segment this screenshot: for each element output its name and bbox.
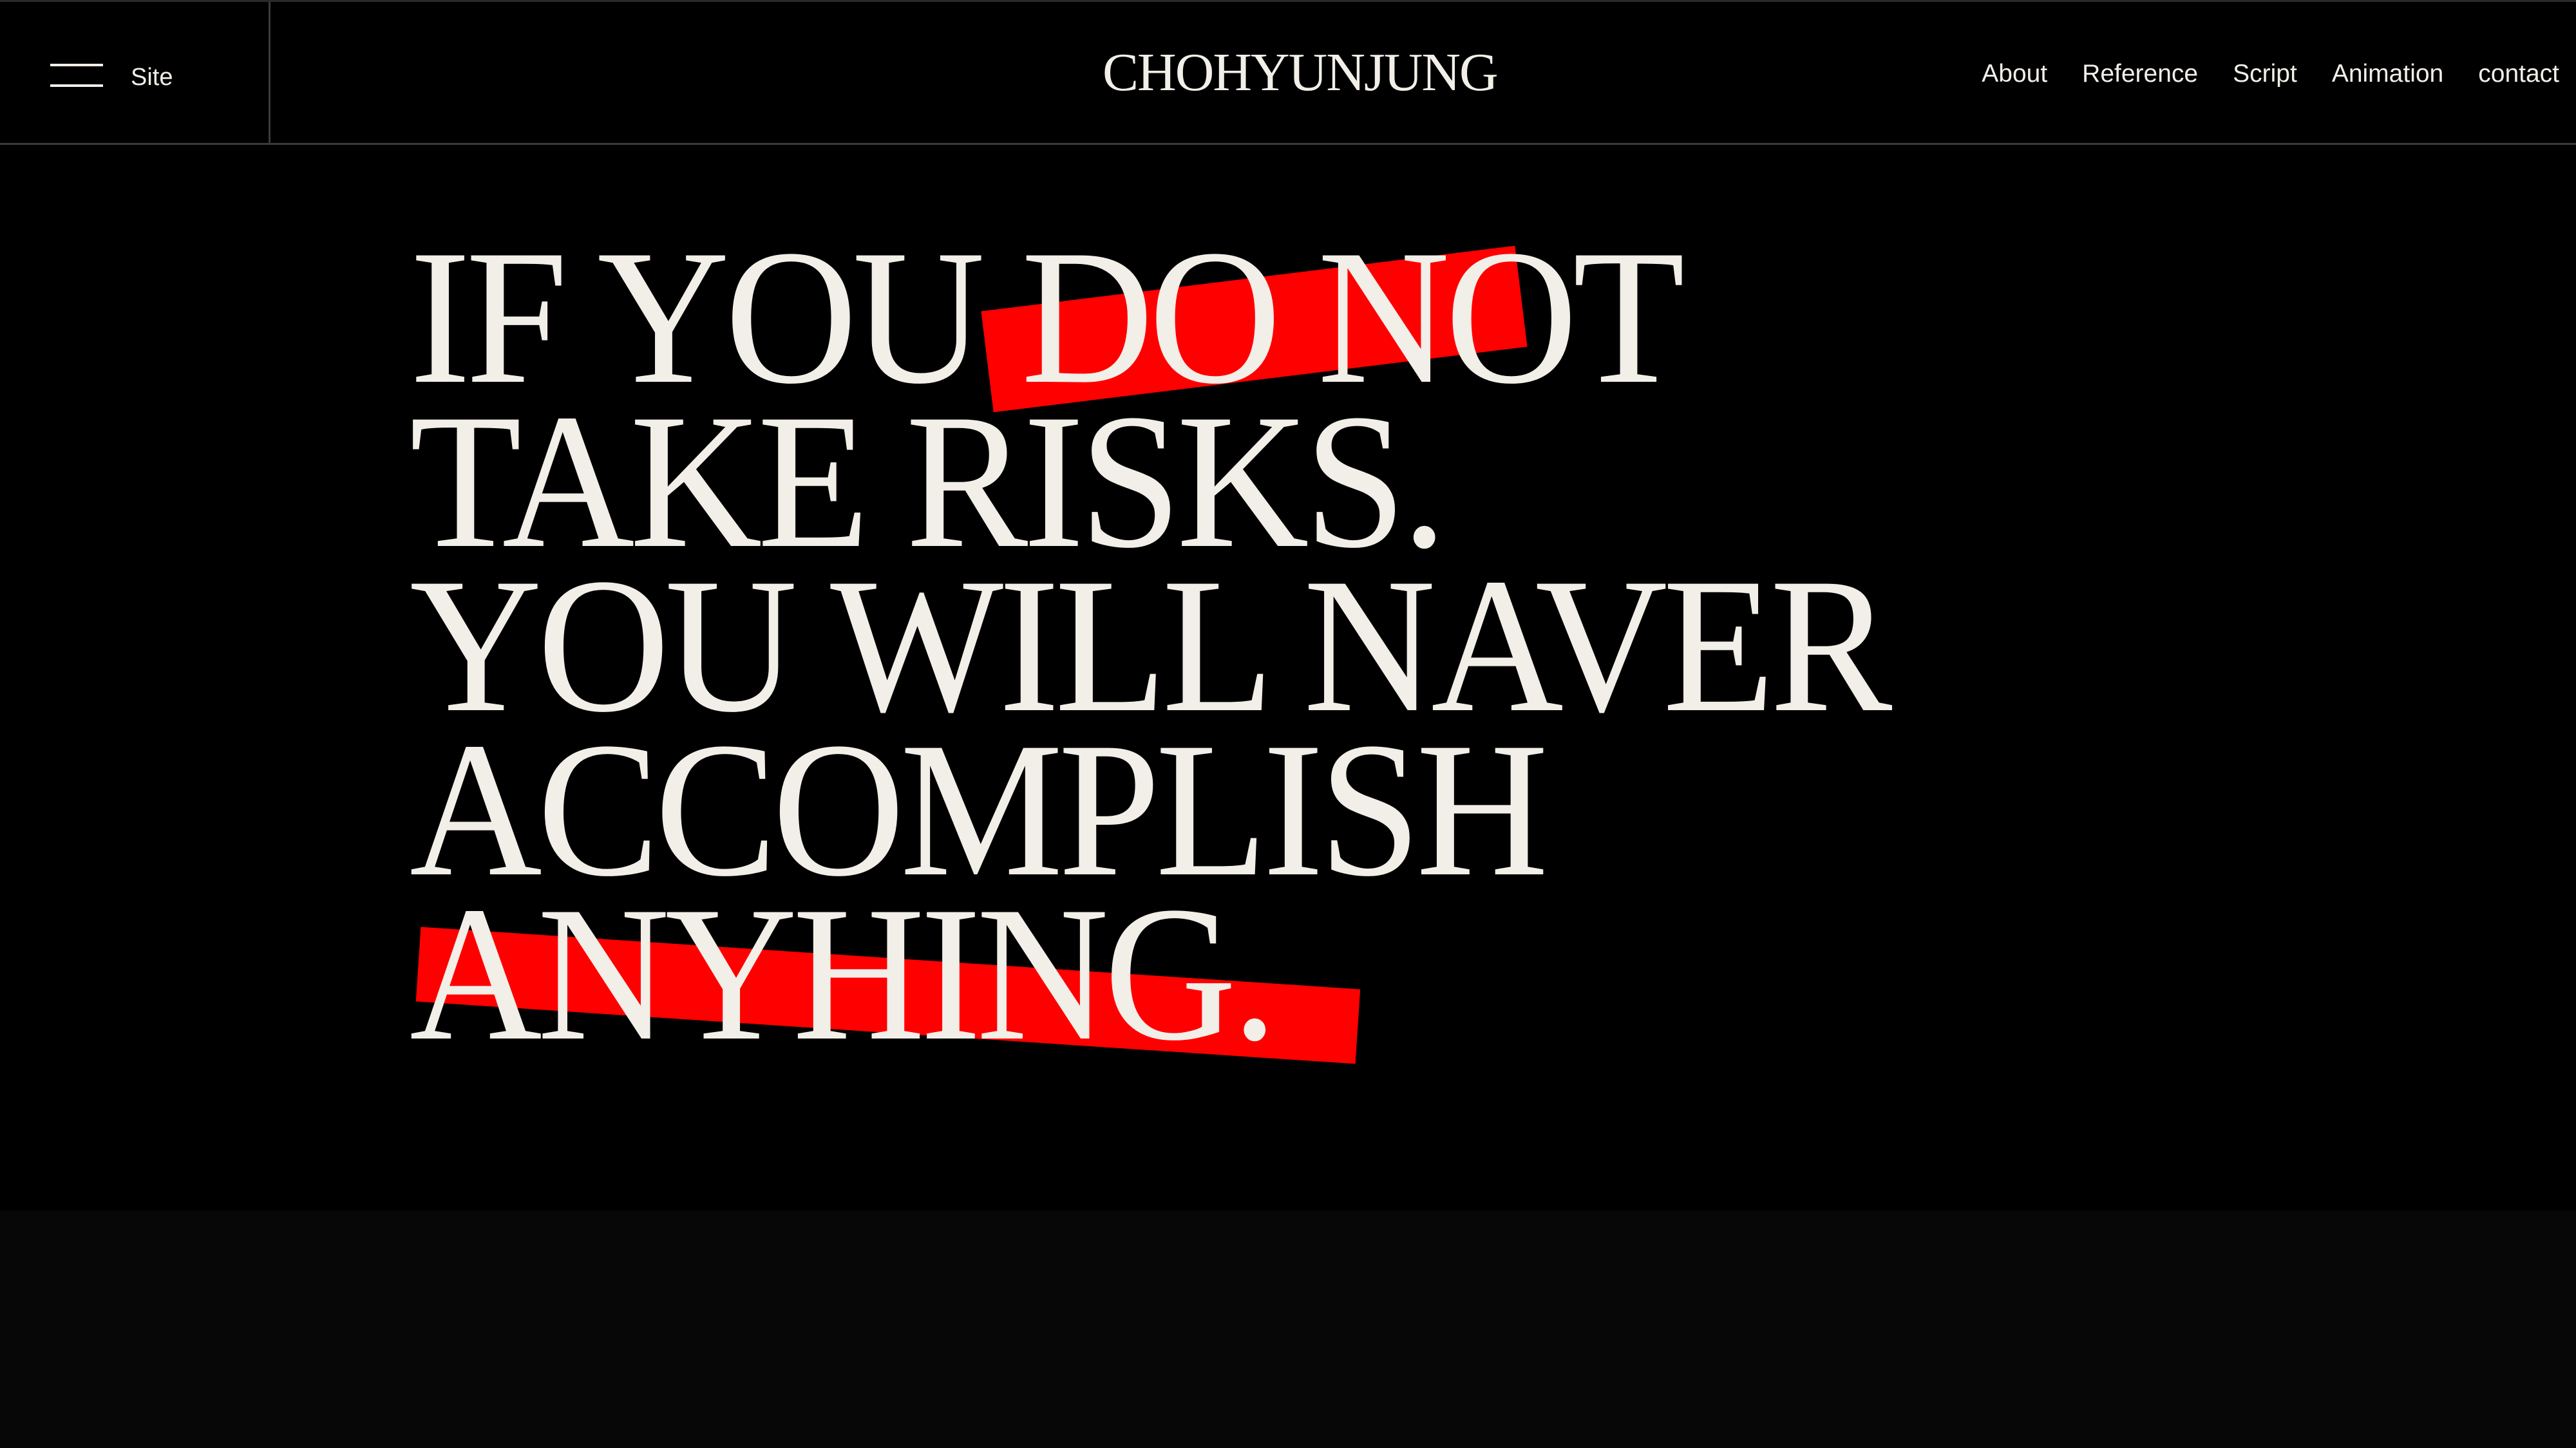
site-header: Site CHOHYUNJUNG About Reference Script …: [0, 0, 2576, 145]
nav-link-animation[interactable]: Animation: [2332, 59, 2443, 89]
nav-link-script[interactable]: Script: [2233, 59, 2297, 89]
hamburger-icon[interactable]: [50, 64, 103, 87]
site-menu-label[interactable]: Site: [131, 63, 173, 91]
site-menu-toggle[interactable]: Site: [0, 2, 270, 145]
nav-link-about[interactable]: About: [1982, 59, 2047, 89]
hero-headline: IF YOU DO NOT TAKE RISKS. YOU WILL NAVER…: [410, 220, 1892, 1080]
nav-link-reference[interactable]: Reference: [2082, 59, 2198, 89]
nav-link-contact[interactable]: contact: [2478, 59, 2559, 89]
site-logo[interactable]: CHOHYUNJUNG: [1103, 42, 1499, 104]
main-nav: About Reference Script Animation contact: [1982, 59, 2559, 89]
headline-line-5: ANYHING.: [410, 867, 1278, 1080]
lower-section: [0, 1210, 2576, 1448]
